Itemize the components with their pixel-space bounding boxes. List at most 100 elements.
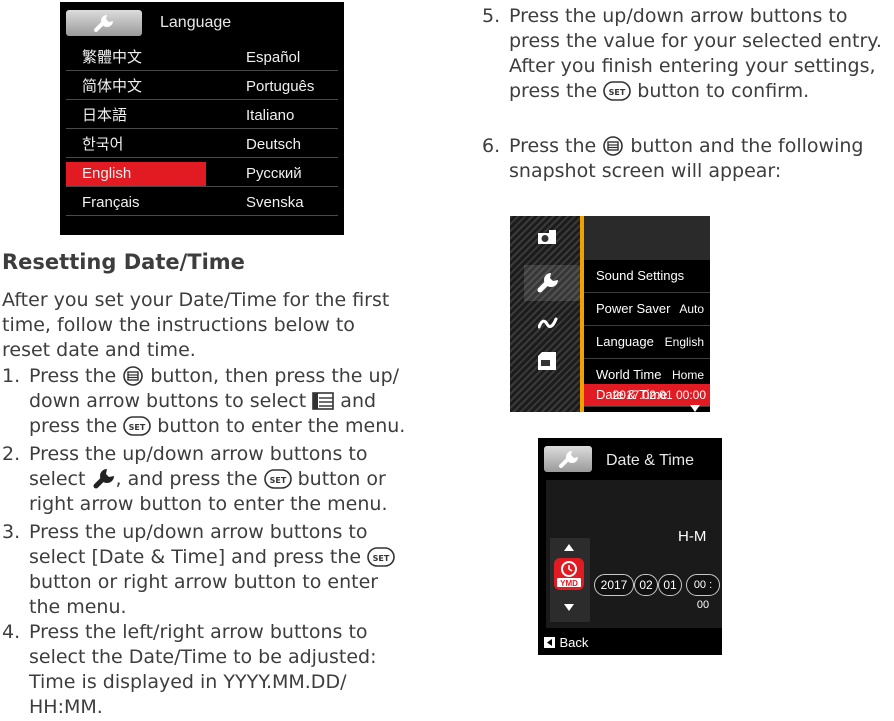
language-option[interactable]: Русский	[246, 162, 302, 186]
intro-line: reset date and time.	[2, 339, 196, 361]
language-row[interactable]: 日本語 Italiano	[66, 104, 338, 129]
menu-item-label: Sound Settings	[596, 268, 685, 283]
language-title: Language	[160, 14, 232, 31]
svg-text:SET: SET	[609, 88, 626, 97]
step-text: press the	[29, 415, 118, 437]
camera-icon[interactable]	[538, 230, 556, 244]
step-text: snapshot screen will appear:	[509, 160, 782, 182]
menu-item-value: Home	[671, 368, 704, 382]
menu-item-sound-settings[interactable]: Sound Settings	[584, 260, 710, 293]
step-number: 2.	[2, 443, 21, 465]
date-format-icon[interactable]: YMD	[554, 558, 584, 590]
step-text: press the	[509, 80, 598, 102]
wrench-icon	[94, 15, 113, 32]
language-row[interactable]: 简体中文 Português	[66, 75, 338, 100]
menu-item-language[interactable]: Language English	[584, 326, 710, 359]
step-2: 2. Press the up/down arrow buttons to se…	[2, 442, 442, 522]
language-option[interactable]: Svenska	[246, 191, 304, 215]
step-text: and	[340, 390, 377, 412]
menu-item-value: English	[664, 335, 704, 349]
step-3: 3. Press the up/down arrow buttons to se…	[2, 520, 442, 620]
date-time-screen: Date & Time H-M YMD 2017 02 01 00 : 00 B…	[538, 438, 722, 655]
step-text: Press the up/down arrow buttons to	[29, 521, 368, 543]
language-row[interactable]: English Русский	[66, 162, 338, 187]
time-field[interactable]: 00 : 00	[686, 574, 720, 611]
step-text: button to enter the menu.	[157, 415, 406, 437]
language-row[interactable]: 繁體中文 Español	[66, 46, 338, 71]
intro-line: time, follow the instructions below to	[2, 314, 355, 336]
month-field[interactable]: 02	[634, 574, 658, 596]
step-text: Press the up/down arrow buttons to	[509, 5, 848, 27]
menu-item-power-saver[interactable]: Power Saver Auto	[584, 293, 710, 326]
set-button-icon: SET	[263, 469, 292, 489]
language-option[interactable]: 한국어	[82, 133, 206, 157]
step-text: , and press the	[115, 468, 258, 490]
wrench-icon	[559, 451, 578, 468]
time-format-label: H-M	[678, 528, 707, 545]
step-text: button and the following	[630, 135, 864, 157]
language-option[interactable]: Español	[246, 46, 300, 70]
step-text: Press the left/right arrow buttons to	[29, 621, 368, 643]
menu-item-value: Auto	[679, 302, 704, 316]
step-text: button, then press the up/	[150, 365, 400, 387]
step-number: 3.	[2, 521, 21, 543]
step-text: select the Date/Time to be adjusted:	[29, 646, 377, 668]
step-text: button to confirm.	[637, 80, 810, 102]
menu-item-date-time[interactable]: Date & Time 2017.02.01 00:00	[584, 384, 710, 407]
language-menu-screen: Language 繁體中文 Español 简体中文 Português 日本語…	[60, 2, 344, 235]
step-1: 1. Press the button, then press the up/ …	[2, 364, 442, 444]
menu-item-value: 2017.02.01 00:00	[612, 388, 706, 402]
step-number: 5.	[482, 5, 501, 27]
step-text: Time is displayed in YYYY.MM.DD/	[29, 671, 347, 693]
menu-item-label: Language	[596, 334, 654, 349]
step-text: down arrow buttons to select	[29, 390, 307, 412]
arrow-up-icon[interactable]	[564, 544, 574, 551]
language-option-selected[interactable]: English	[66, 162, 206, 186]
step-text: press the value for your selected entry.	[509, 30, 882, 52]
menu-header	[584, 216, 710, 260]
menu-button-icon	[123, 366, 144, 386]
step-text: button or	[297, 468, 386, 490]
set-button-icon: SET	[603, 81, 632, 101]
svg-text:SET: SET	[373, 554, 390, 563]
menu-button-icon	[603, 136, 624, 156]
menu-sidebar	[510, 216, 580, 412]
step-text: select [Date & Time] and press the	[29, 546, 362, 568]
back-button[interactable]: Back	[544, 634, 588, 650]
language-option[interactable]: 简体中文	[82, 75, 206, 99]
setup-menu-screen: Sound Settings Power Saver Auto Language…	[510, 216, 710, 412]
language-option[interactable]: 日本語	[82, 104, 206, 128]
sd-card-icon[interactable]	[538, 352, 556, 370]
step-number: 4.	[2, 621, 21, 643]
wrench-icon	[93, 469, 114, 489]
day-field[interactable]: 01	[658, 574, 682, 596]
language-row[interactable]: 한국어 Deutsch	[66, 133, 338, 158]
section-heading: Resetting Date/Time	[2, 250, 245, 274]
set-button-icon: SET	[123, 416, 152, 436]
step-number: 1.	[2, 365, 21, 387]
svg-text:SET: SET	[269, 476, 286, 485]
settings-tab	[544, 446, 592, 472]
year-field[interactable]: 2017	[594, 574, 634, 596]
set-button-icon: SET	[367, 547, 395, 567]
scroll-down-icon[interactable]	[690, 405, 700, 412]
language-option[interactable]: Português	[246, 75, 314, 99]
language-option[interactable]: Français	[82, 191, 206, 215]
language-option[interactable]: Italiano	[246, 104, 294, 128]
menu-item-label: World Time	[596, 367, 662, 382]
step-text: button or right arrow button to enter	[29, 571, 379, 593]
intro-line: After you set your Date/Time for the fir…	[2, 289, 390, 311]
arrow-down-icon[interactable]	[564, 604, 574, 611]
language-row[interactable]: Français Svenska	[66, 191, 338, 216]
wave-icon[interactable]	[538, 316, 558, 330]
step-text: Press the up/down arrow buttons to	[29, 443, 368, 465]
language-option[interactable]: 繁體中文	[82, 46, 206, 70]
back-label: Back	[559, 635, 589, 650]
step-number: 6.	[482, 135, 501, 157]
menu-icon	[312, 392, 335, 410]
step-text: After you finish entering your settings,	[509, 55, 876, 77]
step-text: select	[29, 468, 86, 490]
wrench-icon[interactable]	[536, 270, 560, 294]
language-option[interactable]: Deutsch	[246, 133, 301, 157]
step-text: Press the	[29, 365, 117, 387]
